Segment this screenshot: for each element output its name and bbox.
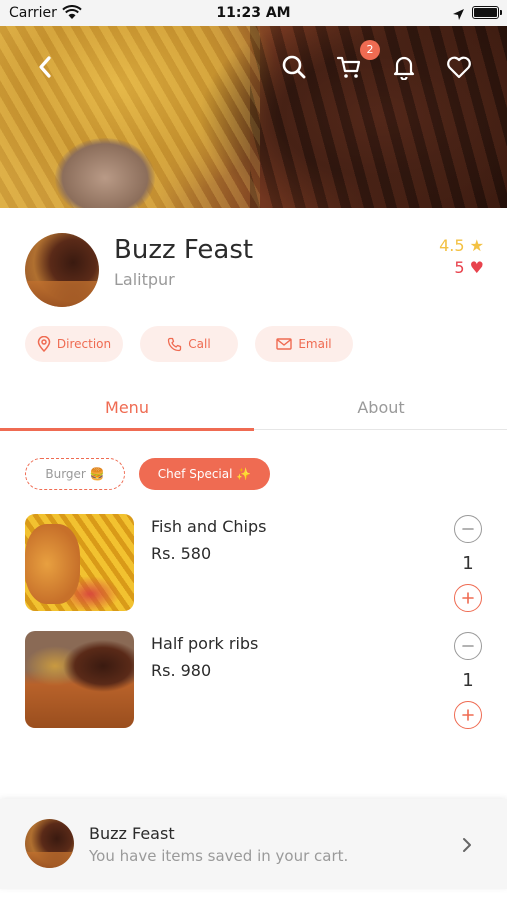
- restaurant-location: Lalitpur: [114, 270, 175, 289]
- cart-restaurant-avatar: [25, 819, 74, 868]
- restaurant-avatar: [25, 233, 99, 307]
- map-pin-icon: [37, 336, 51, 352]
- favorite-button[interactable]: [444, 52, 474, 82]
- menu-item-image-fish-and-chips: [25, 514, 134, 611]
- rating-value: 4.5 ★: [439, 236, 484, 255]
- hero-image: 2: [0, 26, 507, 208]
- menu-item-price: Rs. 580: [151, 544, 212, 563]
- phone-icon: [168, 337, 182, 351]
- menu-item-price: Rs. 980: [151, 661, 212, 680]
- email-label: Email: [298, 337, 332, 351]
- battery-icon: [472, 6, 502, 19]
- cart-button[interactable]: [334, 52, 364, 82]
- direction-button[interactable]: Direction: [25, 326, 123, 362]
- menu-item-image-half-pork-ribs: [25, 631, 134, 728]
- category-chip-burger[interactable]: Burger 🍔: [25, 458, 125, 490]
- plus-icon: [462, 592, 474, 604]
- search-icon: [282, 55, 306, 79]
- active-tab-indicator: [0, 428, 254, 431]
- chevron-right-icon: [462, 837, 472, 857]
- increase-quantity-button[interactable]: [454, 701, 482, 729]
- mail-icon: [276, 338, 293, 350]
- tab-about[interactable]: About: [254, 398, 507, 430]
- status-bar: Carrier 11:23 AM: [0, 0, 507, 26]
- restaurant-name: Buzz Feast: [114, 235, 254, 265]
- plus-icon: [462, 709, 474, 721]
- decrease-quantity-button[interactable]: [454, 515, 482, 543]
- decrease-quantity-button[interactable]: [454, 632, 482, 660]
- cart-icon: [336, 56, 361, 78]
- quantity-value: 1: [462, 670, 474, 691]
- location-arrow-icon: [452, 6, 465, 25]
- increase-quantity-button[interactable]: [454, 584, 482, 612]
- category-chip-chef-special[interactable]: Chef Special ✨: [139, 458, 270, 490]
- search-button[interactable]: [279, 52, 309, 82]
- notifications-button[interactable]: [389, 52, 419, 82]
- tab-menu[interactable]: Menu: [0, 398, 254, 430]
- email-button[interactable]: Email: [255, 326, 353, 362]
- back-icon: [39, 56, 51, 78]
- bell-icon: [393, 56, 415, 80]
- cart-count-badge: 2: [360, 40, 380, 60]
- back-button[interactable]: [30, 52, 60, 82]
- direction-label: Direction: [56, 337, 112, 351]
- call-label: Call: [188, 337, 211, 351]
- quantity-value: 1: [462, 553, 474, 574]
- likes-count: 5 ♥: [454, 258, 484, 277]
- cart-bar-title: Buzz Feast: [89, 824, 175, 843]
- cart-bar-subtitle: You have items saved in your cart.: [89, 847, 349, 865]
- menu-item-name: Half pork ribs: [151, 634, 259, 653]
- minus-icon: [462, 528, 474, 530]
- minus-icon: [462, 645, 474, 647]
- menu-item-name: Fish and Chips: [151, 517, 267, 536]
- saved-cart-bar[interactable]: Buzz Feast You have items saved in your …: [0, 799, 507, 889]
- clock-label: 11:23 AM: [216, 5, 291, 21]
- call-button[interactable]: Call: [140, 326, 238, 362]
- hero-sauce-cup: [55, 138, 155, 208]
- heart-icon: [447, 56, 471, 79]
